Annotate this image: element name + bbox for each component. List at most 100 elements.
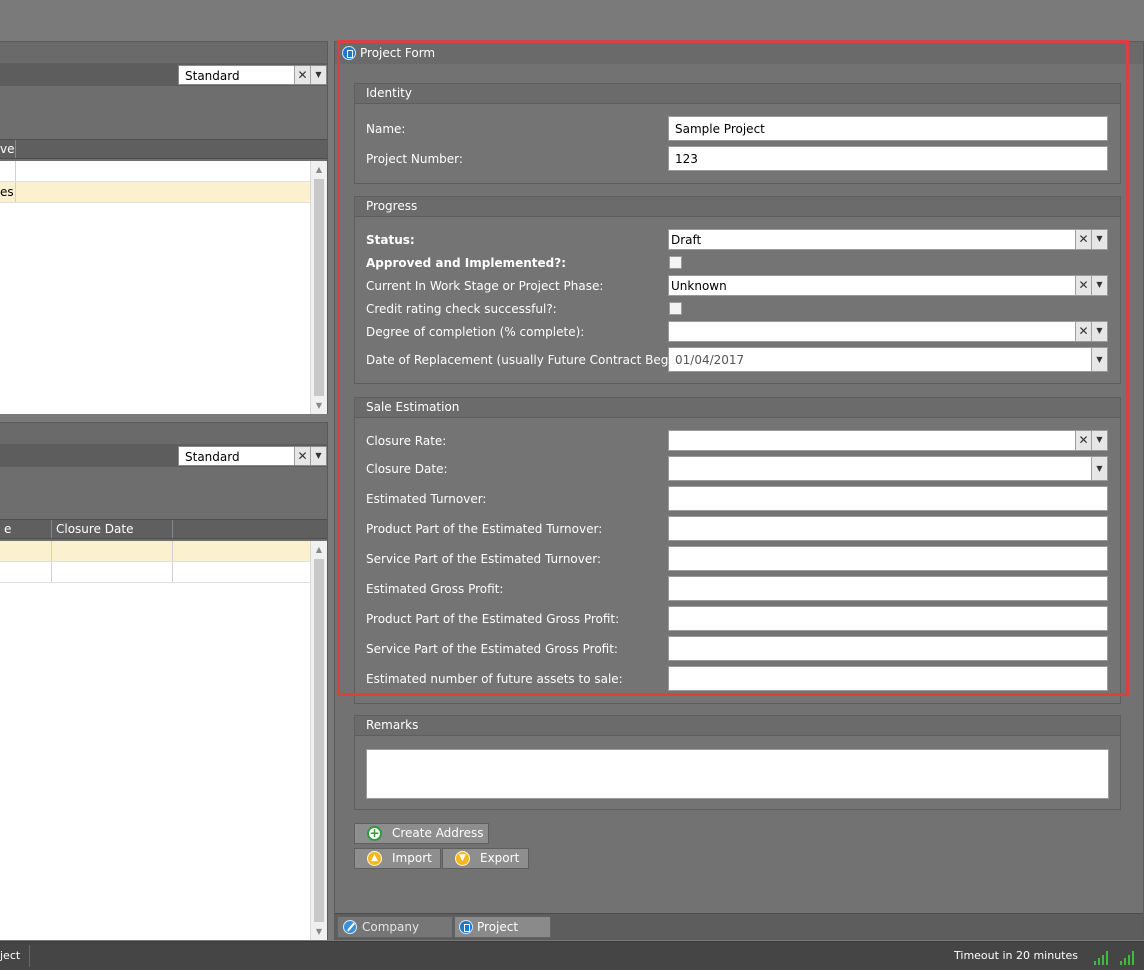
left-top-grid: es ▲ ▼ bbox=[0, 161, 327, 414]
create-address-button[interactable]: + Create Address bbox=[354, 823, 489, 844]
chevron-down-icon[interactable]: ▼ bbox=[1091, 431, 1107, 450]
project-number-label: Project Number: bbox=[366, 152, 463, 166]
service-gross-profit-label: Service Part of the Estimated Gross Prof… bbox=[366, 642, 618, 656]
column-header[interactable] bbox=[173, 520, 327, 538]
vertical-scrollbar[interactable]: ▲ ▼ bbox=[310, 541, 327, 940]
scroll-thumb[interactable] bbox=[314, 179, 324, 396]
table-row[interactable] bbox=[0, 541, 327, 562]
service-turnover-input[interactable] bbox=[668, 546, 1108, 571]
left-top-toolbar: Standard ✕ ▼ bbox=[0, 64, 327, 86]
gross-profit-input[interactable] bbox=[668, 576, 1108, 601]
chevron-down-icon[interactable]: ▼ bbox=[310, 447, 326, 465]
replacement-date-label: Date of Replacement (usually Future Cont… bbox=[366, 353, 688, 367]
future-assets-input[interactable] bbox=[668, 666, 1108, 691]
signal-strength-icon bbox=[1120, 949, 1136, 965]
product-turnover-input[interactable] bbox=[668, 516, 1108, 541]
sale-estimation-group: Sale Estimation Closure Rate: ✕ ▼ Closur… bbox=[354, 397, 1121, 704]
chevron-down-icon[interactable]: ▼ bbox=[1091, 457, 1107, 480]
status-select[interactable]: Draft ✕ ▼ bbox=[668, 229, 1108, 250]
future-assets-label: Estimated number of future assets to sal… bbox=[366, 672, 623, 686]
closure-rate-select[interactable]: ✕ ▼ bbox=[668, 430, 1108, 451]
left-bottom-panel-header bbox=[0, 423, 327, 445]
vertical-scrollbar[interactable]: ▲ ▼ bbox=[310, 161, 327, 414]
phase-label: Current In Work Stage or Project Phase: bbox=[366, 279, 604, 293]
completion-label: Degree of completion (% complete): bbox=[366, 325, 585, 339]
sale-estimation-header: Sale Estimation bbox=[355, 398, 1120, 418]
identity-header: Identity bbox=[355, 84, 1120, 104]
product-gross-profit-label: Product Part of the Estimated Gross Prof… bbox=[366, 612, 620, 626]
form-icon bbox=[459, 920, 473, 934]
left-top-panel-header bbox=[0, 42, 327, 64]
view-select[interactable]: Standard ✕ ▼ bbox=[178, 65, 327, 85]
clear-icon[interactable]: ✕ bbox=[294, 447, 310, 465]
chevron-down-icon[interactable]: ▼ bbox=[1091, 276, 1107, 295]
scroll-down-icon[interactable]: ▼ bbox=[311, 923, 327, 940]
form-title: Project Form bbox=[360, 46, 436, 60]
identity-group: Identity Name: Sample Project Project Nu… bbox=[354, 83, 1121, 184]
remarks-textarea[interactable] bbox=[366, 749, 1109, 799]
clear-icon[interactable]: ✕ bbox=[294, 66, 310, 84]
chevron-down-icon[interactable]: ▼ bbox=[1091, 348, 1107, 371]
approved-checkbox[interactable] bbox=[669, 256, 682, 269]
closure-date-input[interactable]: ▼ bbox=[668, 456, 1108, 481]
chevron-down-icon[interactable]: ▼ bbox=[310, 66, 326, 84]
project-number-value: 123 bbox=[675, 152, 698, 166]
clear-icon[interactable]: ✕ bbox=[1075, 322, 1091, 341]
estimated-turnover-input[interactable] bbox=[668, 486, 1108, 511]
import-button[interactable]: ▲ Import bbox=[354, 848, 441, 869]
tab-project-form[interactable]: Project Form bbox=[454, 916, 551, 955]
phase-select[interactable]: Unknown ✕ ▼ bbox=[668, 275, 1108, 296]
phase-value: Unknown bbox=[671, 279, 727, 293]
create-address-label: Create Address bbox=[392, 826, 484, 840]
service-gross-profit-input[interactable] bbox=[668, 636, 1108, 661]
completion-select[interactable]: ✕ ▼ bbox=[668, 321, 1108, 342]
plus-icon: + bbox=[367, 826, 382, 841]
export-label: Export bbox=[480, 851, 520, 865]
replacement-date-input[interactable]: 01/04/2017 ▼ bbox=[668, 347, 1108, 372]
left-bottom-panel: Standard ✕ ▼ e Closure Date ▲ ▼ bbox=[0, 422, 328, 940]
view-select[interactable]: Standard ✕ ▼ bbox=[178, 446, 327, 466]
project-number-input[interactable]: 123 bbox=[668, 146, 1108, 171]
column-header[interactable]: ve bbox=[0, 140, 16, 158]
column-header[interactable]: Closure Date bbox=[52, 520, 173, 538]
left-top-grid-header: ve bbox=[0, 139, 327, 159]
scroll-up-icon[interactable]: ▲ bbox=[311, 161, 327, 178]
left-bottom-grid: ▲ ▼ bbox=[0, 541, 327, 940]
scroll-down-icon[interactable]: ▼ bbox=[311, 397, 327, 414]
table-cell bbox=[173, 541, 310, 561]
column-header[interactable]: e bbox=[0, 520, 52, 538]
export-button[interactable]: ▼ Export bbox=[442, 848, 529, 869]
clear-icon[interactable]: ✕ bbox=[1075, 276, 1091, 295]
arrow-down-icon: ▼ bbox=[455, 851, 470, 866]
progress-group: Progress Status: Draft ✕ ▼ Approved and … bbox=[354, 196, 1121, 384]
scroll-thumb[interactable] bbox=[314, 559, 324, 922]
scroll-up-icon[interactable]: ▲ bbox=[311, 541, 327, 558]
status-value: Draft bbox=[671, 233, 702, 247]
product-gross-profit-input[interactable] bbox=[668, 606, 1108, 631]
form-icon bbox=[342, 46, 356, 60]
table-cell bbox=[0, 562, 52, 582]
chevron-down-icon[interactable]: ▼ bbox=[1091, 230, 1107, 249]
import-label: Import bbox=[392, 851, 432, 865]
view-select-value: Standard bbox=[185, 69, 240, 83]
remarks-header: Remarks bbox=[355, 716, 1120, 736]
estimated-turnover-label: Estimated Turnover: bbox=[366, 492, 487, 506]
table-cell bbox=[52, 541, 173, 561]
form-title-bar: Project Form bbox=[335, 42, 1143, 64]
product-turnover-label: Product Part of the Estimated Turnover: bbox=[366, 522, 603, 536]
name-input[interactable]: Sample Project bbox=[668, 116, 1108, 141]
edit-icon bbox=[343, 920, 357, 934]
table-row[interactable] bbox=[0, 161, 327, 182]
chevron-down-icon[interactable]: ▼ bbox=[1091, 322, 1107, 341]
closure-rate-label: Closure Rate: bbox=[366, 434, 447, 448]
tab-company-form[interactable]: Company Form bbox=[337, 916, 453, 955]
approved-label: Approved and Implemented?: bbox=[366, 256, 566, 270]
remarks-group: Remarks bbox=[354, 715, 1121, 810]
table-row[interactable]: es bbox=[0, 182, 327, 203]
credit-check-checkbox[interactable] bbox=[669, 302, 682, 315]
status-left-text: ject bbox=[0, 949, 21, 962]
clear-icon[interactable]: ✕ bbox=[1075, 230, 1091, 249]
signal-strength-icon bbox=[1094, 949, 1110, 965]
clear-icon[interactable]: ✕ bbox=[1075, 431, 1091, 450]
table-row[interactable] bbox=[0, 562, 327, 583]
